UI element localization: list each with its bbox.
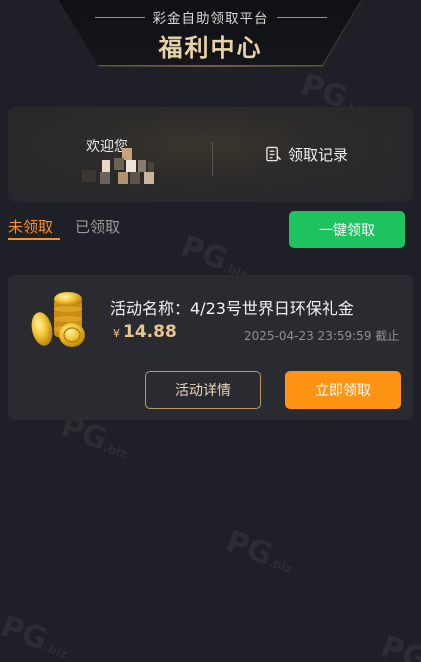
amount-value: 14.88 — [123, 322, 177, 342]
deadline-text: 2025-04-23 23:59:59 截止 — [244, 329, 400, 343]
header-subtitle: 彩金自助领取平台 — [152, 11, 269, 27]
claim-records-button[interactable]: 领取记录 — [265, 142, 348, 166]
claim-now-button[interactable]: 立即领取 — [285, 371, 401, 409]
gold-coins-icon — [31, 292, 85, 347]
activity-details-button[interactable]: 活动详情 — [145, 371, 261, 409]
claim-all-button[interactable]: 一键领取 — [289, 211, 405, 248]
header-subtitle-row: 彩金自助领取平台 — [90, 8, 331, 27]
claim-records-label: 领取记录 — [288, 145, 349, 164]
page-title: 福利中心 — [158, 34, 263, 62]
watermark: PG.biz — [221, 523, 295, 577]
tab-unclaimed[interactable]: 未领取 — [8, 216, 53, 237]
activity-name: 活动名称：4/23号世界日环保礼金 — [110, 299, 354, 318]
decorative-line — [94, 16, 145, 18]
watermark: PG.biz — [376, 628, 421, 662]
welcome-card — [8, 107, 413, 202]
active-tab-indicator — [8, 238, 60, 240]
currency-symbol: ¥ — [113, 327, 120, 340]
blurred-username — [82, 148, 154, 186]
document-list-icon — [266, 146, 282, 161]
tab-claimed[interactable]: 已领取 — [75, 216, 120, 237]
reward-amount: ¥ 14.88 — [113, 322, 177, 342]
watermark: PG.biz — [0, 608, 70, 662]
card-divider — [212, 142, 213, 176]
decorative-line — [276, 16, 327, 18]
